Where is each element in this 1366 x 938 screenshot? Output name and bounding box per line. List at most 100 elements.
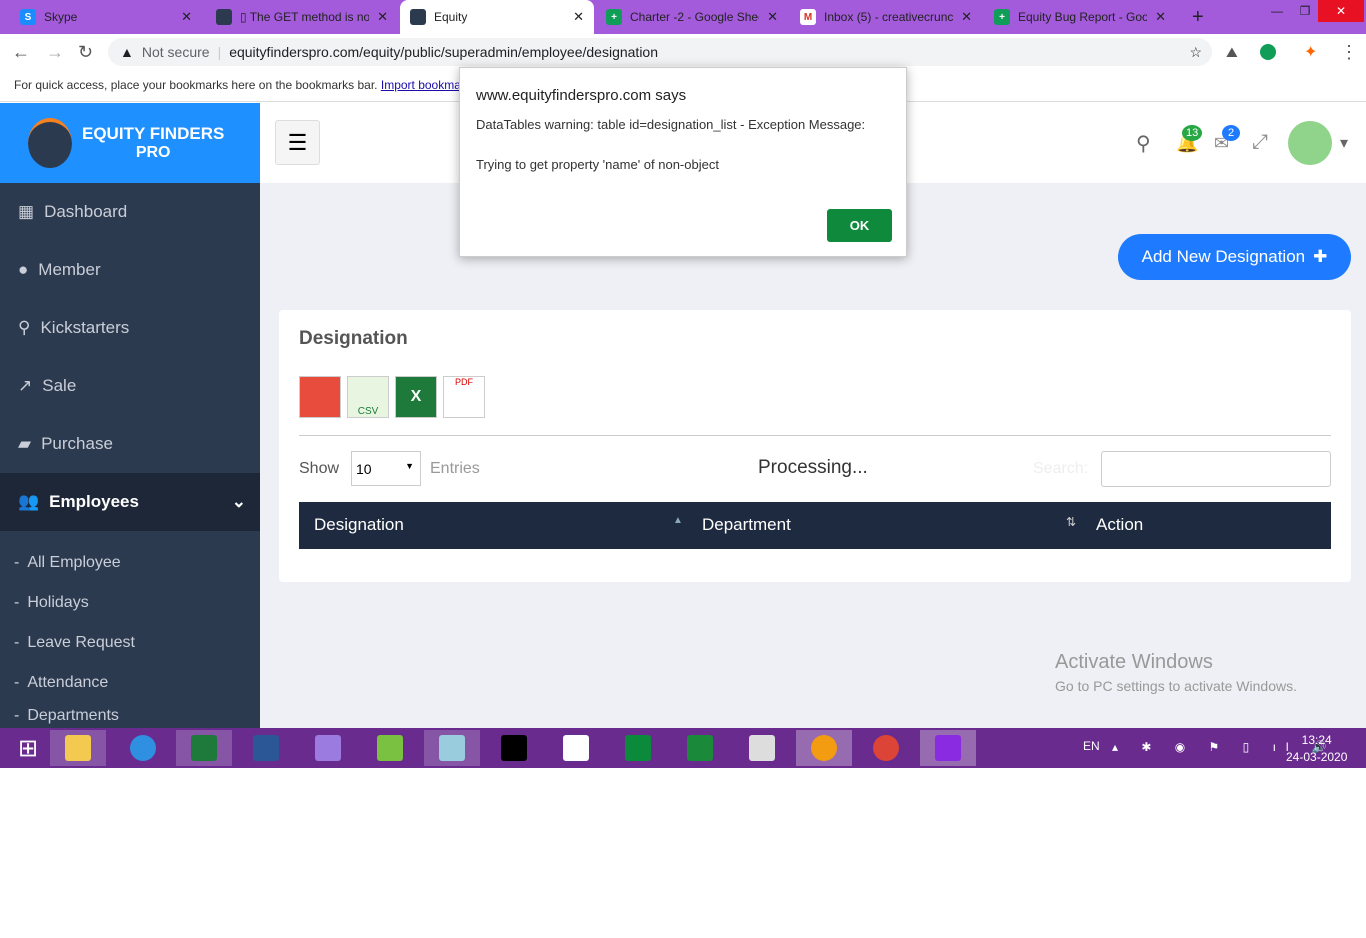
calculator-icon[interactable] <box>672 730 728 766</box>
label: Kickstarters <box>40 318 130 337</box>
sidebar-item-dashboard[interactable]: ▦ Dashboard <box>0 183 260 241</box>
label: Add New Designation <box>1141 247 1306 266</box>
sidebar-sub-holidays[interactable]: - Holidays <box>0 583 260 623</box>
skype-icon: S <box>20 9 36 25</box>
notepad-icon[interactable] <box>424 730 480 766</box>
sidebar-sub-leave-request[interactable]: - Leave Request <box>0 623 260 663</box>
ok-button[interactable]: OK <box>827 209 892 242</box>
copy-button[interactable] <box>299 376 341 418</box>
sidebar-item-employees[interactable]: 👥 Employees ⌄ <box>0 473 260 531</box>
file-explorer-icon[interactable] <box>50 730 106 766</box>
label: All Employee <box>27 554 121 571</box>
extension-icon[interactable]: ⛰ <box>1226 44 1238 61</box>
label: Member <box>38 260 101 279</box>
column-designation[interactable]: Designation <box>314 515 404 535</box>
warning-icon: ▲ <box>120 44 134 60</box>
excel-button[interactable]: X <box>395 376 437 418</box>
close-icon[interactable]: ✕ <box>573 9 584 25</box>
label: Leave Request <box>27 634 135 651</box>
sidebar: EQUITY FINDERS PRO ▦ Dashboard ● Member ⚲ Ki… <box>0 103 260 728</box>
fullscreen-icon[interactable]: ⤢ <box>1252 131 1268 154</box>
sheets-icon: + <box>994 9 1010 25</box>
url-bar[interactable]: ▲ Not secure | equityfinderspro.com/equity/… <box>108 38 1212 66</box>
url-text: equityfinderspro.com/equity/public/super… <box>229 44 659 60</box>
store-icon[interactable] <box>610 730 666 766</box>
dialog-message: DataTables warning: table id=designation… <box>476 117 866 132</box>
reader-icon[interactable] <box>734 730 790 766</box>
bluestacks-icon[interactable] <box>362 730 418 766</box>
label: Departments <box>27 707 119 724</box>
tab-bug-report[interactable]: + Equity Bug Report - Goo ✕ <box>984 0 1176 34</box>
reload-icon[interactable]: ↻ <box>78 42 93 63</box>
sidebar-item-sale[interactable]: ↗ Sale <box>0 357 260 415</box>
dashboard-icon: ▦ <box>18 202 35 221</box>
notification-badge: 13 <box>1182 125 1203 141</box>
date: 24-03-2020 <box>1286 750 1348 764</box>
users-icon: 👥 <box>18 492 40 511</box>
tab-equity[interactable]: Equity ✕ <box>400 0 594 34</box>
forward-icon[interactable]: → <box>46 42 64 63</box>
tab-charter[interactable]: + Charter -2 - Google Shee ✕ <box>596 0 788 34</box>
bag-icon: ▰ <box>18 434 32 453</box>
visual-studio-icon[interactable] <box>300 730 356 766</box>
caret-down-icon[interactable]: ▾ <box>1340 133 1348 153</box>
label: Holidays <box>27 594 89 611</box>
adblock-icon[interactable] <box>1260 44 1276 60</box>
back-icon[interactable]: ← <box>12 42 30 63</box>
excel-icon[interactable] <box>176 730 232 766</box>
sidebar-sub-attendance[interactable]: - Attendance <box>0 663 260 703</box>
dialog-title: www.equityfinderspro.com says <box>476 87 687 104</box>
new-tab-button[interactable]: + <box>1182 0 1214 34</box>
sidebar-item-kickstarters[interactable]: ⚲ Kickstarters <box>0 299 260 357</box>
close-icon[interactable]: ✕ <box>377 9 388 25</box>
csv-button[interactable]: CSV <box>347 376 389 418</box>
tab-get-method[interactable]: ▯ The GET method is not ✕ <box>206 0 398 34</box>
close-icon[interactable]: ✕ <box>181 9 192 25</box>
logo-house-icon <box>28 118 72 168</box>
menu-icon[interactable]: ⋮ <box>1340 42 1358 63</box>
card-title: Designation <box>299 328 408 349</box>
hamburger-menu-button[interactable]: ☰ <box>275 120 320 165</box>
tab-skype[interactable]: S Skype ✕ <box>10 0 202 34</box>
sidebar-sub-departments[interactable]: - Departments <box>0 703 260 725</box>
java-icon[interactable] <box>548 730 604 766</box>
chrome-icon[interactable] <box>858 730 914 766</box>
close-icon[interactable]: ✕ <box>767 9 778 25</box>
add-new-designation-button[interactable]: Add New Designation ✚ <box>1118 234 1351 280</box>
close-icon[interactable]: ✕ <box>1155 9 1166 25</box>
settings-app-icon[interactable] <box>796 730 852 766</box>
label: Employees <box>49 492 139 511</box>
column-department[interactable]: Department <box>702 515 791 535</box>
language-indicator[interactable]: EN <box>1083 739 1100 753</box>
selected-value: 10 <box>356 461 372 477</box>
tab-inbox[interactable]: M Inbox (5) - creativecrunc ✕ <box>790 0 982 34</box>
activate-windows-watermark: Activate Windows Go to PC settings to act… <box>1055 651 1297 694</box>
entries-select[interactable]: 10 ▼ <box>351 451 421 486</box>
tab-title: Charter -2 - Google Shee <box>630 10 760 24</box>
close-icon[interactable]: ✕ <box>961 9 972 25</box>
search-input[interactable] <box>1101 451 1331 487</box>
sidebar-item-member[interactable]: ● Member <box>0 241 260 299</box>
cmd-icon[interactable] <box>486 730 542 766</box>
tab-title: Skype <box>44 10 78 24</box>
close-window-button[interactable]: ✕ <box>1318 0 1364 22</box>
word-icon[interactable] <box>238 730 294 766</box>
label: Purchase <box>41 434 113 453</box>
message-badge: 2 <box>1222 125 1241 141</box>
sort-asc-icon: ▲ <box>673 515 683 526</box>
star-icon[interactable]: ☆ <box>1189 44 1202 61</box>
pdf-button[interactable]: PDF <box>443 376 485 418</box>
extension-fox-icon[interactable]: ✦ <box>1304 42 1317 62</box>
search-icon[interactable]: ⚲ <box>1136 131 1151 156</box>
search-icon: ⚲ <box>18 318 31 337</box>
internet-explorer-icon[interactable] <box>115 730 171 766</box>
avatar[interactable] <box>1288 121 1332 165</box>
chart-icon: ↗ <box>18 376 33 395</box>
search-app-icon[interactable] <box>920 730 976 766</box>
sidebar-sub-all-employee[interactable]: - All Employee <box>0 543 260 583</box>
start-button[interactable]: ⊞ <box>0 730 56 766</box>
equity-favicon-icon <box>216 9 232 25</box>
clock[interactable]: 13:24 24-03-2020 <box>1286 733 1347 764</box>
sidebar-item-purchase[interactable]: ▰ Purchase <box>0 415 260 473</box>
show-label: Show <box>299 460 340 477</box>
